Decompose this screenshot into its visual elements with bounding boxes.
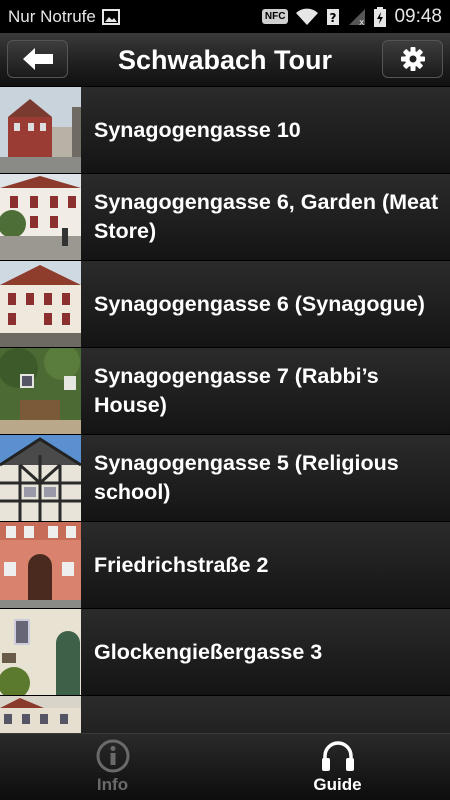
arrow-left-icon — [22, 48, 53, 70]
nfc-icon: NFC — [261, 9, 289, 24]
battery-charging-icon — [374, 6, 387, 27]
list-item-glockengiessergasse-3[interactable]: Glockengießergasse 3 — [0, 609, 450, 696]
status-right: NFC ? x 09:48 — [261, 5, 442, 28]
app-header: Schwabach Tour — [0, 33, 450, 87]
gear-icon — [400, 47, 425, 71]
list-item-synagogengasse-5[interactable]: Synagogengasse 5 (Religious school) — [0, 435, 450, 522]
list-item-label: Friedrichstraße 2 — [94, 552, 269, 577]
list-item-label: Synagogengasse 10 — [94, 117, 301, 142]
list-item-synagogengasse-7[interactable]: Synagogengasse 7 (Rabbi’s House) — [0, 348, 450, 435]
list-item-label: Synagogengasse 6, Garden (Meat Store) — [94, 190, 439, 243]
thumbnail-photo — [0, 696, 81, 733]
list-item-friedrichstrasse-2[interactable]: Friedrichstraße 2 — [0, 522, 450, 609]
thumbnail-photo — [0, 522, 81, 608]
clock: 09:48 — [394, 5, 442, 27]
sim-unknown-icon: ? — [327, 8, 340, 25]
tab-guide-label: Guide — [313, 775, 362, 794]
thumbnail-photo — [0, 87, 81, 173]
bottom-tab-bar: Info Guide — [0, 733, 450, 800]
tab-info-label: Info — [96, 775, 129, 794]
thumbnail-photo — [0, 174, 81, 260]
status-left: Nur Notrufe — [8, 7, 120, 27]
list-item-label: Synagogengasse 5 (Religious school) — [94, 451, 399, 504]
tab-info[interactable]: Info — [0, 734, 225, 800]
svg-text:x: x — [359, 18, 365, 26]
settings-button[interactable] — [382, 40, 443, 78]
info-icon — [96, 739, 129, 773]
svg-text:?: ? — [330, 11, 337, 25]
status-bar: Nur Notrufe NFC ? x 09:48 — [0, 0, 450, 33]
signal-icon: x — [349, 8, 366, 26]
thumbnail-photo — [0, 609, 81, 695]
list-item-synagogengasse-6-synagogue[interactable]: Synagogengasse 6 (Synagogue) — [0, 261, 450, 348]
list-item-label — [81, 696, 450, 733]
thumbnail-photo — [0, 261, 81, 347]
list-item-label: Glockengießergasse 3 — [94, 639, 323, 664]
list-item-label: Synagogengasse 7 (Rabbi’s House) — [94, 364, 379, 417]
page-title: Schwabach Tour — [117, 45, 333, 75]
back-button[interactable] — [7, 40, 68, 78]
list-item-partial[interactable] — [0, 696, 450, 733]
thumbnail-photo — [0, 435, 81, 521]
list-item-synagogengasse-10[interactable]: Synagogengasse 10 — [0, 87, 450, 174]
list-item-label: Synagogengasse 6 (Synagogue) — [94, 291, 425, 316]
headphones-icon — [321, 741, 354, 771]
stop-list: Synagogengasse 10 Synagogengasse 6, Gard… — [0, 87, 450, 733]
list-item-synagogengasse-6-garden[interactable]: Synagogengasse 6, Garden (Meat Store) — [0, 174, 450, 261]
wifi-icon — [296, 8, 319, 25]
thumbnail-photo — [0, 348, 81, 434]
image-icon — [101, 8, 120, 25]
tab-guide[interactable]: Guide — [225, 734, 450, 800]
carrier-text: Nur Notrufe — [8, 6, 96, 26]
